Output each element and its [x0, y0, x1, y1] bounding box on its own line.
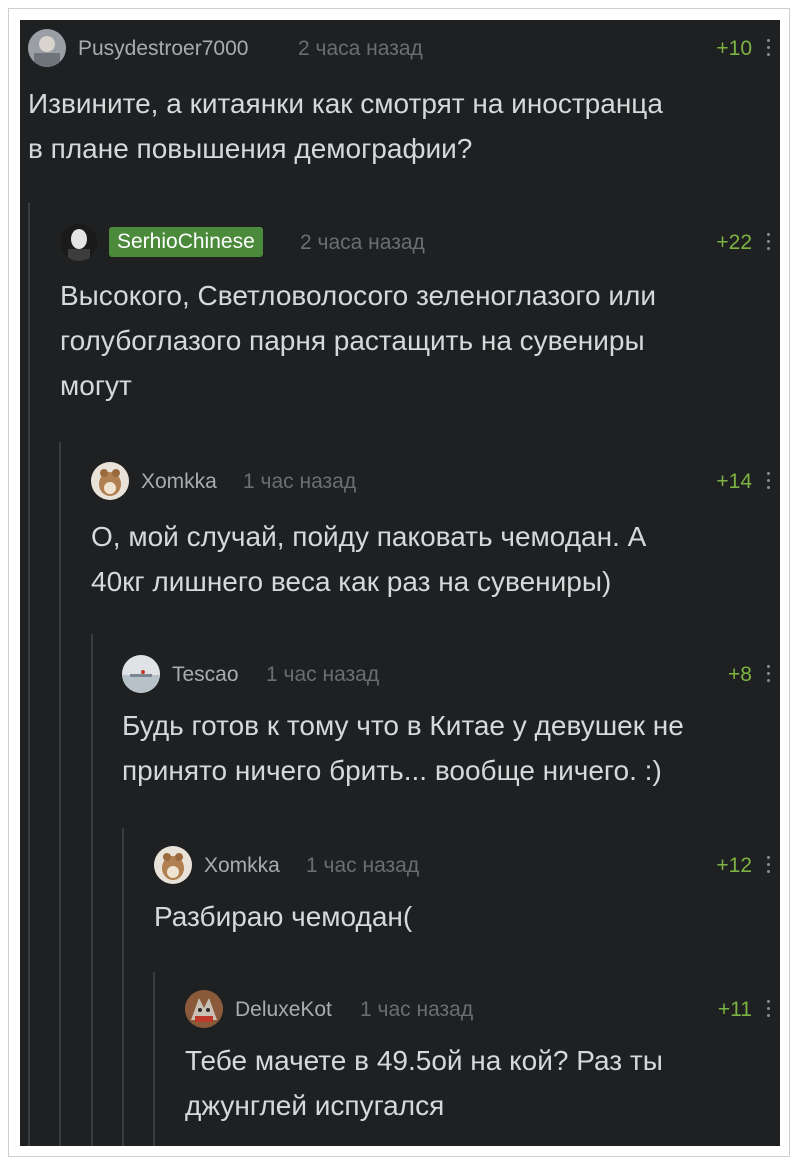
comment-time[interactable]: 2 часа назад [300, 231, 425, 255]
more-options-icon[interactable] [764, 665, 772, 685]
thread-line[interactable] [91, 634, 93, 1146]
comment-text-line: Извините, а китаянки как смотрят на инос… [28, 88, 663, 119]
thread-line[interactable] [122, 828, 124, 1146]
comment-rating: +12 [716, 854, 752, 877]
comment-text-line: Будь готов к тому что в Китае у девушек … [122, 710, 684, 741]
comment-text-line: джунглей испугался [185, 1090, 445, 1121]
comment-header: Xomkka 1 час назад +12 [154, 846, 772, 886]
comment-header: Pusydestroer7000 2 часа назад +10 [28, 29, 772, 69]
comment-header: DeluxeKot 1 час назад +11 [185, 990, 772, 1030]
username[interactable]: DeluxeKot [235, 998, 332, 1022]
username[interactable]: Xomkka [204, 854, 280, 878]
comment-rating: +11 [717, 998, 752, 1021]
hamster-avatar[interactable] [91, 462, 129, 500]
comment-time[interactable]: 1 час назад [243, 470, 356, 494]
comment-text-line: могут [60, 370, 132, 401]
cat-avatar[interactable] [185, 990, 223, 1028]
comment-text-line: О, мой случай, пойду паковать чемодан. А [91, 521, 647, 552]
more-options-icon[interactable] [764, 233, 772, 253]
thread-line[interactable] [153, 972, 155, 1146]
landscape-avatar[interactable] [122, 655, 160, 693]
comment-header: Xomkka 1 час назад +14 [91, 462, 772, 502]
user-avatar-dark-portrait[interactable] [60, 223, 98, 261]
comment-text-line: 40кг лишнего веса как раз на сувениры) [91, 566, 612, 597]
more-options-icon[interactable] [764, 856, 772, 876]
comment-time[interactable]: 1 час назад [306, 854, 419, 878]
comment-header: SerhioChinese 2 часа назад +22 [60, 223, 772, 263]
more-options-icon[interactable] [764, 1000, 772, 1020]
comment-text-line: Тебе мачете в 49.5ой на кой? Раз ты [185, 1045, 663, 1076]
comment-rating: +22 [716, 231, 752, 254]
thread-line[interactable] [28, 203, 30, 1146]
comment-text-line: Высокого, Светловолосого зеленоглазого и… [60, 280, 656, 311]
comment-text-line: голубоглазого парня растащить на сувенир… [60, 325, 645, 356]
comment-rating: +10 [716, 37, 752, 60]
comment-thread: Pusydestroer7000 2 часа назад +10 Извини… [20, 20, 780, 1146]
comment-time[interactable]: 1 час назад [266, 663, 379, 687]
comment-text-line: Разбираю чемодан( [154, 901, 413, 932]
more-options-icon[interactable] [764, 39, 772, 59]
more-options-icon[interactable] [764, 472, 772, 492]
author-badge-username[interactable]: SerhioChinese [109, 227, 263, 257]
username[interactable]: Pusydestroer7000 [78, 37, 248, 61]
user-avatar-photo[interactable] [28, 29, 66, 67]
thread-line[interactable] [59, 442, 61, 1146]
comment-rating: +14 [716, 470, 752, 493]
comment-header: Tescao 1 час назад +8 [122, 655, 772, 695]
username[interactable]: Xomkka [141, 470, 217, 494]
comment-time[interactable]: 2 часа назад [298, 37, 423, 61]
comment-text-line: принято ничего брить... вообще ничего. :… [122, 755, 662, 786]
hamster-avatar[interactable] [154, 846, 192, 884]
comment-text-line: в плане повышения демографии? [28, 133, 473, 164]
username[interactable]: Tescao [172, 663, 239, 687]
comment-time[interactable]: 1 час назад [360, 998, 473, 1022]
comment-rating: +8 [728, 663, 752, 686]
